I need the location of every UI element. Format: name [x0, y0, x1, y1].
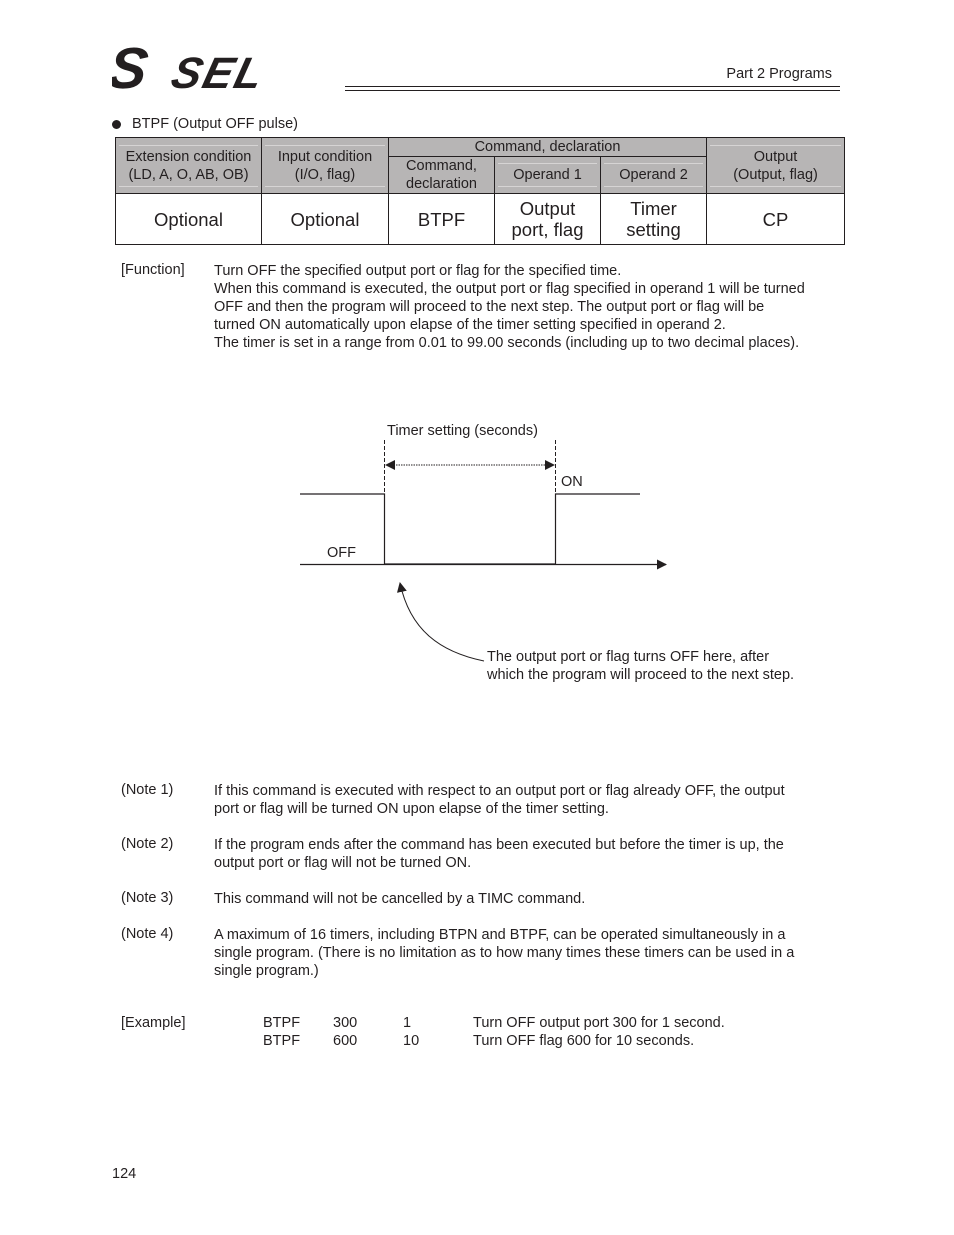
header-input-line1: Input condition — [277, 148, 373, 165]
function-line: The timer is set in a range from 0.01 to… — [214, 335, 800, 351]
bullet-icon — [112, 120, 121, 129]
header-operand2-text: Operand 2 — [604, 163, 704, 187]
header-operand1-text: Operand 1 — [498, 163, 597, 187]
annotation-arrow — [396, 582, 485, 662]
cell-operand2: Timer setting — [599, 193, 708, 245]
command-spec-table: Extension condition (LD, A, O, AB, OB) I… — [115, 137, 846, 245]
page-number: 124 — [112, 1166, 137, 1182]
function-line: OFF and then the program will proceed to… — [214, 299, 765, 315]
header-output-line1: Output — [753, 148, 798, 165]
example-label: [Example] — [121, 1015, 186, 1031]
cell-operand2-line1: Timer — [630, 198, 677, 219]
function-line: turned ON automatically upon elapse of t… — [214, 317, 726, 333]
header-command-line1: Command, — [406, 158, 477, 174]
note-text: If the program ends after the command ha… — [214, 836, 854, 872]
header-command-group: Command, declaration — [387, 137, 708, 157]
note-label: (Note 1) — [121, 782, 174, 798]
header-input-line2: (I/O, flag) — [294, 166, 356, 183]
note-line: If the program ends after the command ha… — [214, 837, 784, 853]
header-extension-line2: (LD, A, O, AB, OB) — [128, 166, 249, 183]
cell-operand1-line1: Output — [519, 198, 576, 219]
example-operand1: 600 — [333, 1033, 358, 1049]
annotation-line: which the program will proceed to the ne… — [486, 667, 794, 683]
cell-command: BTPF — [388, 193, 495, 245]
note-line: This command will not be cancelled by a … — [214, 891, 586, 907]
note-text: If this command is executed with respect… — [214, 782, 854, 818]
svg-text:SEL: SEL — [167, 50, 271, 94]
off-label: OFF — [327, 545, 356, 561]
timing-diagram: Timer setting (seconds) ON OFF The outpu… — [300, 423, 794, 683]
header-extension-condition: Extension condition (LD, A, O, AB, OB) — [115, 137, 262, 194]
note-label: (Note 4) — [121, 926, 174, 942]
function-description: Turn OFF the specified output port or fl… — [214, 262, 854, 352]
function-line: Turn OFF the specified output port or fl… — [214, 263, 622, 279]
example-operand2: 10 — [403, 1033, 420, 1049]
svg-text:S: S — [112, 44, 152, 94]
example-comment: Turn OFF flag 600 for 10 seconds. — [473, 1033, 695, 1049]
example-operand1: 300 — [333, 1015, 358, 1031]
note-line: A maximum of 16 timers, including BTPN a… — [214, 927, 786, 943]
timer-setting-label: Timer setting (seconds) — [387, 423, 538, 439]
annotation-line: The output port or flag turns OFF here, … — [487, 649, 769, 665]
header-rule-top — [345, 86, 840, 87]
note-text: A maximum of 16 timers, including BTPN a… — [214, 926, 854, 980]
header-input-condition: Input condition (I/O, flag) — [261, 137, 389, 194]
function-line: When this command is executed, the outpu… — [214, 281, 805, 297]
cell-operand1-line2: port, flag — [511, 219, 584, 240]
header-rule-bottom — [345, 90, 840, 91]
note-text: This command will not be cancelled by a … — [214, 890, 854, 908]
note-label: (Note 3) — [121, 890, 174, 906]
note-label: (Note 2) — [121, 836, 174, 852]
header-operand2: Operand 2 — [599, 156, 708, 194]
example-command: BTPF — [263, 1015, 301, 1031]
cell-input-condition: Optional — [261, 193, 389, 245]
header-section-label: Part 2 Programs — [726, 66, 832, 82]
header-output: Output (Output, flag) — [706, 137, 846, 194]
section-title: BTPF (Output OFF pulse) — [132, 116, 298, 132]
header-output-line2: (Output, flag) — [733, 166, 818, 183]
cell-operand1: Output port, flag — [494, 193, 601, 245]
header-command-line2: declaration — [406, 176, 477, 192]
note-line: output port or flag will not be turned O… — [214, 855, 472, 871]
note-line: If this command is executed with respect… — [214, 783, 785, 799]
note-line: single program.) — [214, 963, 319, 979]
sel-logo: S SEL — [104, 36, 342, 101]
header-operand1: Operand 1 — [494, 156, 601, 194]
example-operand2: 1 — [403, 1015, 412, 1031]
cell-extension-condition: Optional — [115, 193, 262, 245]
cell-operand2-line2: setting — [626, 219, 681, 240]
example-comment: Turn OFF output port 300 for 1 second. — [473, 1015, 725, 1031]
header-command: Command, declaration — [388, 156, 495, 194]
example-command: BTPF — [263, 1033, 301, 1049]
note-line: port or flag will be turned ON upon elap… — [214, 801, 609, 817]
cell-output: CP — [706, 193, 846, 245]
header-extension-line1: Extension condition — [125, 148, 252, 165]
note-line: single program. (There is no limitation … — [214, 945, 795, 961]
function-label: [Function] — [121, 262, 185, 278]
on-label: ON — [561, 474, 583, 490]
